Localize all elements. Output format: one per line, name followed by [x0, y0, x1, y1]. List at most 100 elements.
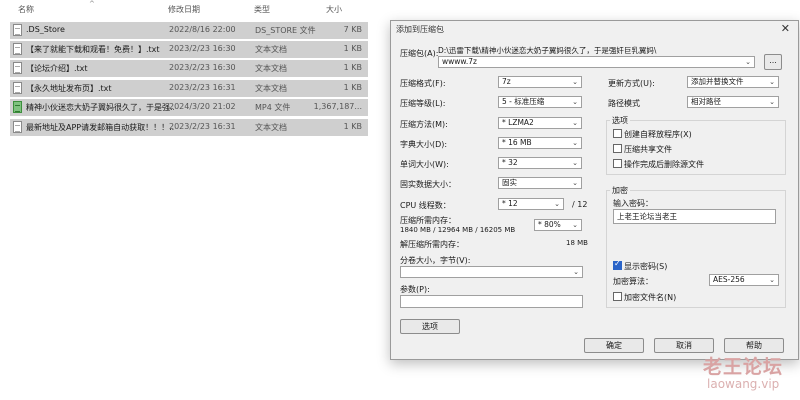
chevron-down-icon: ⌄	[572, 159, 578, 167]
file-name: 【来了就能下载和观看！免费！】.txt	[26, 45, 160, 54]
encryption-method-label: 加密算法：	[613, 277, 653, 286]
word-size-select[interactable]: * 32 ⌄	[498, 157, 582, 169]
file-name: 【论坛介绍】.txt	[26, 64, 88, 73]
file-name: .DS_Store	[26, 25, 65, 34]
file-date: 2024/3/20 21:02	[169, 102, 236, 111]
delete-after-checkbox[interactable]	[613, 159, 622, 168]
video-file-icon	[13, 101, 22, 113]
path-mode-value: 相对路径	[691, 97, 721, 106]
dictionary-label: 字典大小(D):	[400, 140, 448, 149]
solid-block-select[interactable]: 固实 ⌄	[498, 177, 582, 189]
close-icon[interactable]: ✕	[781, 22, 790, 35]
encrypt-filenames-checkbox[interactable]	[613, 292, 622, 301]
file-size: 1 KB	[343, 122, 362, 131]
format-label: 压缩格式(F):	[400, 79, 446, 88]
cpu-threads-select[interactable]: * 12 ⌄	[498, 198, 564, 210]
file-row[interactable]: 【永久地址发布页】.txt 2023/2/23 16:31 文本文档 1 KB	[10, 80, 368, 97]
format-select[interactable]: 7z ⌄	[498, 76, 582, 88]
delete-after-label: 操作完成后删除源文件	[624, 160, 704, 169]
chevron-down-icon: ⌄	[745, 58, 751, 66]
column-header-name[interactable]: 名称	[18, 4, 34, 15]
chevron-down-icon: ⌄	[769, 276, 775, 284]
cancel-button[interactable]: 取消	[654, 338, 714, 353]
help-button[interactable]: 帮助	[724, 338, 784, 353]
path-mode-label: 路径模式	[608, 99, 640, 108]
parameters-label: 参数(P):	[400, 285, 430, 294]
sfx-checkbox[interactable]	[613, 129, 622, 138]
path-mode-select[interactable]: 相对路径 ⌄	[687, 96, 779, 108]
text-file-icon	[13, 62, 22, 74]
file-type: 文本文档	[255, 64, 287, 73]
add-to-archive-dialog: 添加到压缩包 ✕ 压缩包(A): D:\迅雷下载\精神小伙迷恋大奶子翼妈很久了，…	[390, 20, 799, 360]
show-password-label: 显示密码(S)	[624, 262, 668, 271]
options-button[interactable]: 选项	[400, 319, 460, 334]
column-header-type[interactable]: 类型	[254, 4, 270, 15]
update-mode-select[interactable]: 添加并替换文件 ⌄	[687, 76, 779, 88]
column-header-date[interactable]: 修改日期	[168, 4, 200, 15]
archive-name-combo[interactable]: wwww.7z ⌄	[438, 56, 755, 68]
method-label: 压缩方法(M):	[400, 120, 448, 129]
update-mode-value: 添加并替换文件	[691, 77, 744, 86]
file-row[interactable]: 【论坛介绍】.txt 2023/2/23 16:30 文本文档 1 KB	[10, 60, 368, 77]
dictionary-select[interactable]: * 16 MB ⌄	[498, 137, 582, 149]
file-row[interactable]: 最新地址及APP请发邮箱自动获取！！！... 2023/2/23 16:31 文…	[10, 119, 368, 136]
solid-block-label: 固实数据大小：	[400, 180, 456, 189]
level-value: 5 - 标准压缩	[502, 97, 545, 106]
format-value: 7z	[502, 77, 511, 86]
file-size: 1 KB	[343, 83, 362, 92]
file-date: 2023/2/23 16:31	[169, 122, 236, 131]
file-type: MP4 文件	[255, 103, 291, 112]
chevron-down-icon: ⌄	[572, 98, 578, 106]
file-size: 7 KB	[343, 25, 362, 34]
file-row[interactable]: 【来了就能下载和观看！免费！】.txt 2023/2/23 16:30 文本文档…	[10, 41, 368, 58]
file-name: 最新地址及APP请发邮箱自动获取！！！...	[26, 123, 174, 132]
password-value: 上老王论坛当老王	[617, 212, 677, 221]
cpu-threads-label: CPU 线程数：	[400, 201, 451, 210]
chevron-down-icon: ⌄	[572, 78, 578, 86]
file-size: 1,367,187...	[313, 102, 362, 111]
update-mode-label: 更新方式(U):	[608, 79, 655, 88]
chevron-down-icon: ⌄	[554, 200, 560, 208]
file-name: 精神小伙迷恋大奶子翼妈很久了，于是强...	[26, 103, 174, 112]
encryption-method-select[interactable]: AES-256 ⌄	[709, 274, 779, 286]
text-file-icon	[13, 43, 22, 55]
file-type: 文本文档	[255, 45, 287, 54]
chevron-down-icon: ⌄	[572, 221, 578, 229]
file-date: 2023/2/23 16:30	[169, 44, 236, 53]
chevron-down-icon: ⌄	[572, 139, 578, 147]
method-value: * LZMA2	[502, 118, 534, 127]
word-size-value: * 32	[502, 158, 518, 167]
file-size: 1 KB	[343, 44, 362, 53]
cpu-threads-max: / 12	[572, 200, 588, 209]
chevron-up-icon[interactable]: ^	[89, 0, 95, 8]
method-select[interactable]: * LZMA2 ⌄	[498, 117, 582, 129]
password-label: 输入密码：	[613, 199, 653, 208]
text-file-icon	[13, 82, 22, 94]
split-size-combo[interactable]: ⌄	[400, 266, 583, 278]
dialog-title: 添加到压缩包	[396, 25, 444, 34]
watermark-url: laowang.vip	[707, 377, 780, 391]
chevron-down-icon: ⌄	[572, 119, 578, 127]
file-row[interactable]: 精神小伙迷恋大奶子翼妈很久了，于是强... 2024/3/20 21:02 MP…	[10, 99, 368, 116]
memory-percent-select[interactable]: * 80% ⌄	[534, 219, 582, 231]
column-header-size[interactable]: 大小	[326, 4, 342, 15]
file-row[interactable]: .DS_Store 2022/8/16 22:00 DS_STORE 文件 7 …	[10, 22, 368, 39]
cpu-threads-value: * 12	[502, 199, 518, 208]
browse-button[interactable]: ...	[764, 54, 782, 70]
shared-files-checkbox[interactable]	[613, 144, 622, 153]
chevron-down-icon: ⌄	[572, 179, 578, 187]
decompress-memory-label: 解压缩所需内存：	[400, 240, 464, 249]
memory-label: 压缩所需内存：	[400, 216, 456, 225]
encrypt-filenames-label: 加密文件名(N)	[624, 293, 677, 302]
word-size-label: 单词大小(W):	[400, 160, 449, 169]
ok-button[interactable]: 确定	[584, 338, 644, 353]
dictionary-value: * 16 MB	[502, 138, 532, 147]
parameters-input[interactable]	[400, 295, 583, 308]
file-date: 2022/8/16 22:00	[169, 25, 236, 34]
password-input[interactable]: 上老王论坛当老王	[613, 209, 776, 224]
level-select[interactable]: 5 - 标准压缩 ⌄	[498, 96, 582, 108]
shared-files-label: 压缩共享文件	[624, 145, 672, 154]
show-password-checkbox[interactable]	[613, 259, 622, 270]
encryption-group-title: 加密	[610, 185, 630, 196]
chevron-down-icon: ⌄	[769, 78, 775, 86]
